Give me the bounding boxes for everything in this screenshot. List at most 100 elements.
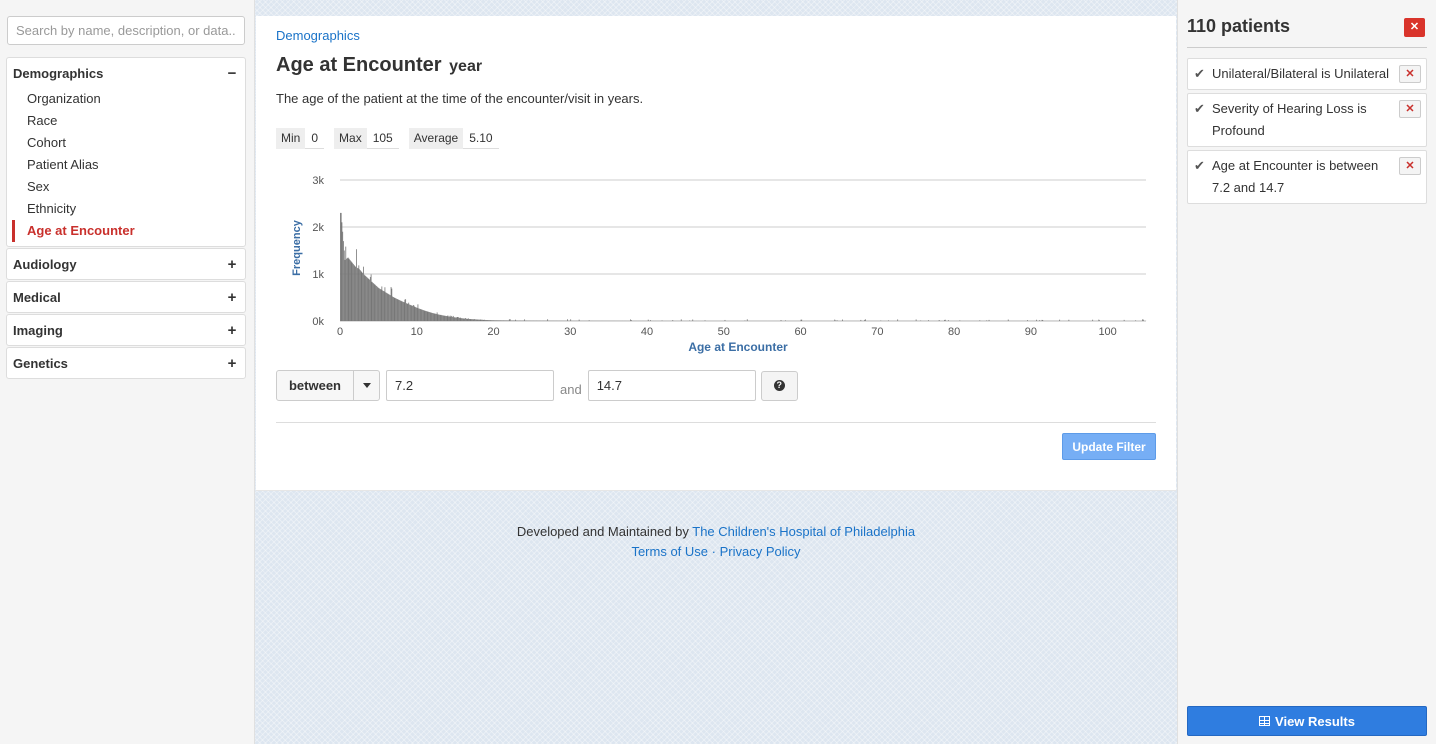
- histogram-bar: [408, 302, 410, 321]
- remove-filter-button[interactable]: ✕: [1399, 65, 1421, 83]
- histogram-bar: [482, 319, 484, 321]
- filter-card[interactable]: ✔ Unilateral/Bilateral is Unilateral ✕: [1187, 58, 1427, 90]
- histogram-bar: [959, 320, 961, 321]
- footer-separator: ·: [711, 544, 716, 559]
- histogram-bar: [1142, 319, 1143, 321]
- operator-label: between: [277, 371, 354, 400]
- histogram-bar: [944, 319, 946, 321]
- category-header-audiology[interactable]: Audiology +: [7, 249, 245, 279]
- breadcrumb[interactable]: Demographics: [276, 28, 360, 43]
- sidebar-item-patient-alias[interactable]: Patient Alias: [7, 154, 245, 176]
- category-header-genetics[interactable]: Genetics +: [7, 348, 245, 378]
- expand-icon[interactable]: +: [225, 355, 239, 372]
- filter-card[interactable]: ✔ Age at Encounter is between 7.2 and 14…: [1187, 150, 1427, 204]
- histogram-bar: [480, 319, 482, 321]
- expand-icon[interactable]: +: [225, 322, 239, 339]
- x-tick-label: 70: [871, 326, 883, 338]
- histogram-bar: [1036, 319, 1038, 321]
- histogram-bar: [547, 319, 549, 321]
- histogram-bar: [422, 309, 423, 321]
- histogram-bar: [511, 320, 513, 321]
- histogram-bar: [477, 319, 479, 321]
- filter-text: Severity of Hearing Loss is Profound: [1212, 101, 1367, 138]
- update-filter-button[interactable]: Update Filter: [1062, 433, 1156, 460]
- histogram-bar: [451, 315, 453, 321]
- footer-org-link[interactable]: The Children's Hospital of Philadelphia: [692, 524, 915, 539]
- terms-link[interactable]: Terms of Use: [631, 544, 708, 559]
- table-icon: [1259, 716, 1271, 726]
- histogram-bar: [1027, 320, 1028, 321]
- histogram-bar: [444, 315, 446, 321]
- histogram-bar: [367, 278, 369, 321]
- expand-icon[interactable]: +: [225, 256, 239, 273]
- filter-text: Age at Encounter is between 7.2 and 14.7: [1212, 158, 1379, 195]
- check-icon[interactable]: ✔: [1194, 98, 1205, 120]
- y-tick-label: 0k: [312, 316, 324, 328]
- sidebar-item-race[interactable]: Race: [7, 110, 245, 132]
- collapse-icon[interactable]: −: [225, 65, 239, 82]
- histogram-bar: [372, 282, 374, 321]
- search-input[interactable]: [7, 16, 245, 45]
- stat-max: Max 105: [334, 128, 399, 149]
- histogram-bar: [501, 320, 502, 321]
- lower-bound-input[interactable]: [386, 370, 554, 401]
- histogram-bar: [382, 290, 384, 321]
- filter-card[interactable]: ✔ Severity of Hearing Loss is Profound ✕: [1187, 93, 1427, 147]
- chart-bars: [340, 212, 1147, 321]
- divider: [1187, 47, 1427, 48]
- check-icon[interactable]: ✔: [1194, 155, 1205, 177]
- category-header-medical[interactable]: Medical +: [7, 282, 245, 312]
- histogram-bar: [449, 315, 451, 321]
- caret-down-icon[interactable]: [354, 371, 379, 400]
- histogram-bar: [366, 276, 367, 321]
- privacy-link[interactable]: Privacy Policy: [720, 544, 801, 559]
- category-header-imaging[interactable]: Imaging +: [7, 315, 245, 345]
- histogram-bar: [416, 307, 418, 321]
- sidebar-item-cohort[interactable]: Cohort: [7, 132, 245, 154]
- histogram-bar: [399, 300, 400, 321]
- histogram-bar: [412, 305, 413, 321]
- histogram-bar: [485, 320, 486, 321]
- histogram-bar: [1135, 320, 1137, 321]
- histogram-bar: [491, 320, 493, 321]
- histogram-bar: [358, 265, 360, 321]
- histogram-bar: [351, 262, 353, 321]
- histogram-bar: [516, 320, 518, 321]
- help-button[interactable]: ?: [760, 370, 798, 401]
- x-tick-label: 10: [411, 326, 423, 338]
- histogram-bar: [350, 261, 352, 321]
- histogram-bar: [457, 317, 459, 321]
- histogram-bar: [860, 319, 862, 321]
- remove-filter-button[interactable]: ✕: [1399, 100, 1421, 118]
- stat-average-label: Average: [408, 128, 464, 149]
- operator-select[interactable]: between: [276, 370, 380, 401]
- histogram-bar: [468, 318, 470, 321]
- histogram-bar: [680, 319, 682, 321]
- sidebar-item-ethnicity[interactable]: Ethnicity: [7, 198, 245, 220]
- category-header-demographics[interactable]: Demographics −: [7, 58, 245, 88]
- check-icon[interactable]: ✔: [1194, 63, 1205, 85]
- expand-icon[interactable]: +: [225, 289, 239, 306]
- histogram-bar: [461, 318, 463, 321]
- category-demographics: Demographics − Organization Race Cohort …: [6, 57, 246, 247]
- histogram-bar: [386, 293, 388, 321]
- histogram-bar: [800, 319, 802, 321]
- histogram-bar: [413, 305, 415, 321]
- remove-filter-button[interactable]: ✕: [1399, 157, 1421, 175]
- upper-bound-input[interactable]: [587, 370, 756, 401]
- view-results-button[interactable]: View Results: [1187, 706, 1427, 736]
- histogram-bar: [349, 260, 351, 321]
- histogram-bar: [938, 320, 940, 321]
- histogram-bar: [578, 319, 580, 321]
- clear-all-button[interactable]: ✕: [1404, 18, 1425, 37]
- histogram-bar: [395, 298, 397, 321]
- histogram-bar: [415, 307, 417, 321]
- histogram-bar: [361, 272, 363, 321]
- sidebar-item-sex[interactable]: Sex: [7, 176, 245, 198]
- histogram-bar: [343, 250, 345, 321]
- sidebar-item-age-at-encounter[interactable]: Age at Encounter: [7, 220, 245, 242]
- histogram-bar: [462, 318, 464, 321]
- histogram-bar: [504, 320, 506, 321]
- sidebar-item-organization[interactable]: Organization: [7, 88, 245, 110]
- histogram-bar: [421, 309, 423, 321]
